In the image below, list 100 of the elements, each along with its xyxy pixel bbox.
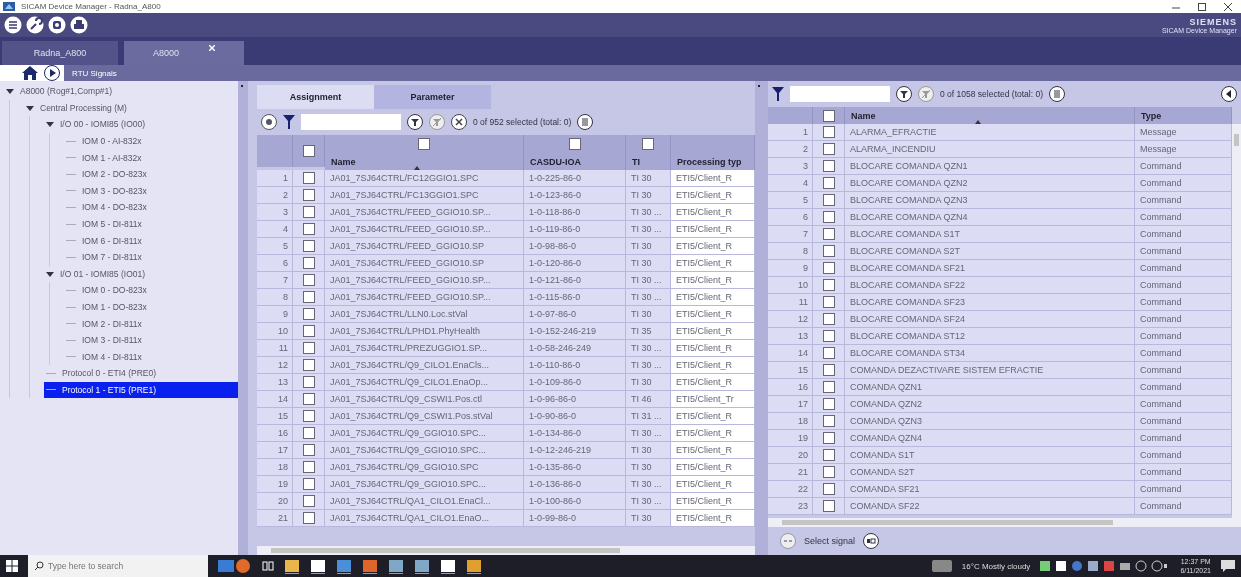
checkbox[interactable]: [302, 495, 315, 507]
tree-item[interactable]: IOM 4 - DO-823x: [64, 199, 238, 216]
checkbox[interactable]: [302, 189, 315, 201]
tree-item[interactable]: IOM 5 - DI-811x: [64, 215, 238, 233]
checkbox[interactable]: [302, 223, 315, 235]
table-cell[interactable]: ETI5/Client_R: [671, 221, 755, 238]
checkbox[interactable]: [822, 245, 835, 257]
checkbox[interactable]: [302, 461, 315, 473]
checkbox[interactable]: [822, 177, 835, 189]
app-icon[interactable]: [336, 558, 352, 574]
checkbox[interactable]: [822, 415, 835, 427]
table-cell[interactable]: ETI5/Client_R: [671, 170, 755, 187]
checkbox[interactable]: [302, 145, 315, 157]
close-icon[interactable]: [1223, 1, 1233, 12]
caret-icon[interactable]: [46, 269, 54, 278]
link-icon[interactable]: [863, 533, 880, 549]
tree-item[interactable]: IOM 1 - AI-832x: [64, 149, 238, 166]
checkbox[interactable]: [418, 138, 430, 150]
app-icon[interactable]: [466, 558, 482, 574]
checkbox[interactable]: [822, 279, 835, 291]
table-cell[interactable]: ETI5/Client_R: [671, 476, 755, 493]
printer-icon[interactable]: [70, 16, 88, 34]
table-cell[interactable]: ETI5/Client_R: [671, 272, 755, 289]
checkbox[interactable]: [822, 330, 835, 342]
checkbox[interactable]: [302, 308, 315, 320]
checkbox[interactable]: [302, 172, 315, 184]
checkbox[interactable]: [302, 427, 315, 439]
task-view-icon[interactable]: [262, 560, 274, 572]
table-cell[interactable]: ETI5/Client_R: [671, 238, 755, 255]
weather-icon[interactable]: [931, 560, 952, 572]
checkbox[interactable]: [822, 500, 835, 512]
table-cell[interactable]: ETI5/Client_R: [671, 442, 755, 459]
table-cell[interactable]: ETI5/Client_R: [671, 493, 755, 510]
checkbox[interactable]: [822, 432, 835, 444]
checkbox[interactable]: [822, 313, 835, 325]
checkbox[interactable]: [302, 206, 315, 218]
collapse-icon[interactable]: [1221, 86, 1237, 102]
columns-icon[interactable]: [577, 114, 594, 130]
filter-apply-icon[interactable]: [896, 86, 912, 102]
scrollbar[interactable]: [1232, 124, 1241, 518]
checkbox[interactable]: [822, 194, 835, 206]
notification-icon[interactable]: [1221, 560, 1235, 572]
tree-item[interactable]: I/O 00 - IOMI85 (IO00): [44, 116, 238, 133]
wrench-icon[interactable]: [26, 16, 44, 34]
checkbox[interactable]: [302, 274, 315, 286]
checkbox[interactable]: [822, 296, 835, 308]
table-cell[interactable]: ETI5/Client_R: [671, 323, 755, 340]
tree-item[interactable]: Protocol 1 - ETI5 (PRE1): [44, 381, 238, 399]
checkbox[interactable]: [302, 393, 315, 405]
tree-item[interactable]: Protocol 0 - ETI4 (PRE0): [44, 365, 238, 382]
table-cell[interactable]: ETI5/Client_R: [671, 510, 755, 527]
windows-icon[interactable]: [6, 560, 18, 572]
checkbox[interactable]: [302, 512, 315, 524]
panel-tab[interactable]: Parameter: [374, 85, 491, 109]
table-cell[interactable]: ETI5/Client_R: [671, 340, 755, 357]
document-tab[interactable]: Radna_A800: [2, 41, 118, 65]
checkbox[interactable]: [302, 240, 315, 252]
tree-item[interactable]: IOM 7 - DI-811x: [64, 248, 238, 266]
table-cell[interactable]: ETI5/Client_R: [671, 374, 755, 391]
tree-item[interactable]: IOM 6 - DI-811x: [64, 232, 238, 249]
table-cell[interactable]: ETI5/Client_R: [671, 255, 755, 272]
checkbox[interactable]: [302, 291, 315, 303]
checkbox[interactable]: [302, 376, 315, 388]
panel-tab[interactable]: Assignment: [257, 85, 374, 109]
app-icon[interactable]: [284, 558, 300, 574]
checkbox[interactable]: [822, 160, 835, 172]
checkbox[interactable]: [642, 138, 654, 150]
checkbox[interactable]: [822, 449, 835, 461]
tree-item[interactable]: IOM 4 - DI-811x: [64, 348, 238, 366]
app-icon[interactable]: [440, 558, 456, 574]
app-icon[interactable]: [310, 558, 326, 574]
checkbox[interactable]: [568, 138, 581, 150]
app-icon[interactable]: [414, 558, 430, 574]
checkbox[interactable]: [822, 228, 835, 240]
scrollbar[interactable]: [768, 518, 1241, 527]
checkbox[interactable]: [302, 478, 315, 490]
news-widget-icon[interactable]: [218, 557, 252, 575]
checkbox[interactable]: [822, 262, 835, 274]
checkbox[interactable]: [302, 257, 315, 269]
table-cell[interactable]: ETI5/Client_R: [671, 187, 755, 204]
weather-text[interactable]: 16°C Mostly cloudy: [961, 561, 1031, 571]
filter-icon[interactable]: [772, 87, 784, 101]
tree-item[interactable]: IOM 2 - DI-811x: [64, 315, 238, 332]
maximize-icon[interactable]: [1197, 1, 1207, 12]
checkbox[interactable]: [822, 347, 835, 359]
checkbox[interactable]: [302, 444, 315, 456]
caret-icon[interactable]: [26, 103, 34, 112]
play-icon[interactable]: [44, 65, 60, 81]
checkbox[interactable]: [302, 325, 315, 337]
menu-icon[interactable]: [4, 16, 22, 34]
scrollbar[interactable]: [257, 546, 755, 555]
app-icon[interactable]: [362, 558, 378, 574]
checkbox[interactable]: [822, 109, 835, 122]
table-cell[interactable]: ETI5/Client_R: [671, 459, 755, 476]
tree-item[interactable]: IOM 2 - DO-823x: [64, 165, 238, 183]
checkbox[interactable]: [822, 466, 835, 478]
caret-icon[interactable]: [46, 120, 54, 129]
table-cell[interactable]: ETI5/Client_R: [671, 357, 755, 374]
checkbox[interactable]: [302, 359, 315, 371]
checkbox[interactable]: [822, 126, 835, 138]
